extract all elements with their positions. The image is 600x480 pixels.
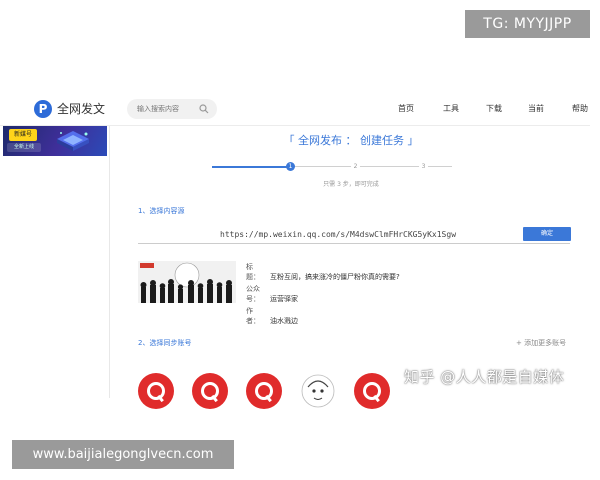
account-avatar-2[interactable] xyxy=(192,373,228,409)
zombie-crowd-illustration xyxy=(138,261,236,303)
search-input[interactable] xyxy=(137,99,199,119)
account-avatar-1[interactable] xyxy=(138,373,174,409)
step-3[interactable]: 3 xyxy=(419,162,428,171)
account-q-icon xyxy=(201,382,219,400)
sidebar: 新媒号 全新上线 xyxy=(0,126,110,398)
nav-help[interactable]: 帮助 xyxy=(572,103,588,115)
main-content: 「 全网发布 ： 创建任务 」 1 2 3 只需 3 步，即可完成 1、选择内容… xyxy=(112,126,590,409)
nav-current[interactable]: 当前 xyxy=(528,103,544,115)
article-account-label: 公众号： xyxy=(246,285,260,303)
url-input[interactable]: https://mp.weixin.qq.com/s/M4dswClmFHrCK… xyxy=(138,226,570,244)
confirm-button[interactable]: 确定 xyxy=(523,227,571,241)
promo-banner[interactable]: 新媒号 全新上线 xyxy=(3,126,107,156)
step-progress: 1 2 3 xyxy=(212,160,452,172)
step-track-completed xyxy=(212,166,290,168)
zhihu-watermark: 知乎 @人人都是自媒体 xyxy=(404,368,565,386)
banner-subtitle: 全新上线 xyxy=(7,143,41,152)
article-account-row: 公众号： 运营驿家 xyxy=(246,284,298,304)
nav-tools[interactable]: 工具 xyxy=(443,103,459,115)
account-q-icon xyxy=(147,382,165,400)
search-icon[interactable] xyxy=(199,104,209,114)
account-avatar-3[interactable] xyxy=(246,373,282,409)
article-cover-image xyxy=(138,261,236,303)
account-avatar-5[interactable] xyxy=(354,373,390,409)
url-value: https://mp.weixin.qq.com/s/M4dswClmFHrCK… xyxy=(220,230,457,239)
isometric-art-icon xyxy=(57,131,89,151)
search-box[interactable] xyxy=(127,99,217,119)
add-more-accounts-link[interactable]: + 添加更多账号 xyxy=(516,338,566,348)
article-title-label: 标 题： xyxy=(246,263,260,281)
article-account: 运营驿家 xyxy=(270,295,298,303)
tg-watermark: TG: MYYJJPP xyxy=(465,10,590,38)
nav-home[interactable]: 首页 xyxy=(398,103,414,115)
section-content-source: 1、选择内容源 xyxy=(138,207,185,215)
app-brand-name[interactable]: 全网发文 xyxy=(57,100,105,118)
app-logo-icon[interactable]: P xyxy=(34,100,52,118)
account-q-icon xyxy=(255,382,273,400)
nav-download[interactable]: 下载 xyxy=(486,103,502,115)
article-author: 油水溅边 xyxy=(270,317,298,325)
banner-tag: 新媒号 xyxy=(9,129,37,141)
article-author-row: 作 者： 油水溅边 xyxy=(246,306,298,326)
page-title: 「 全网发布 ： 创建任务 」 xyxy=(283,134,419,147)
page: TG: MYYJJPP P 全网发文 首页 工具 下载 当前 帮助 新媒号 全新… xyxy=(0,0,600,480)
app-header: P 全网发文 首页 工具 下载 当前 帮助 xyxy=(0,92,590,126)
section-sync-accounts: 2、选择同步账号 xyxy=(138,339,192,347)
step-2[interactable]: 2 xyxy=(351,162,360,171)
account-q-icon xyxy=(363,382,381,400)
article-title: 互粉互阅，搞来涨冷的僵尸粉你真的需要? xyxy=(270,273,400,281)
article-title-row: 标 题： 互粉互阅，搞来涨冷的僵尸粉你真的需要? xyxy=(246,262,400,282)
step-hint: 只需 3 步，即可完成 xyxy=(323,181,379,188)
account-avatar-cartoon-icon[interactable] xyxy=(300,373,336,409)
site-watermark: www.baijialegonglvecn.com xyxy=(12,440,234,469)
step-1[interactable]: 1 xyxy=(286,162,295,171)
article-author-label: 作 者： xyxy=(246,307,260,325)
